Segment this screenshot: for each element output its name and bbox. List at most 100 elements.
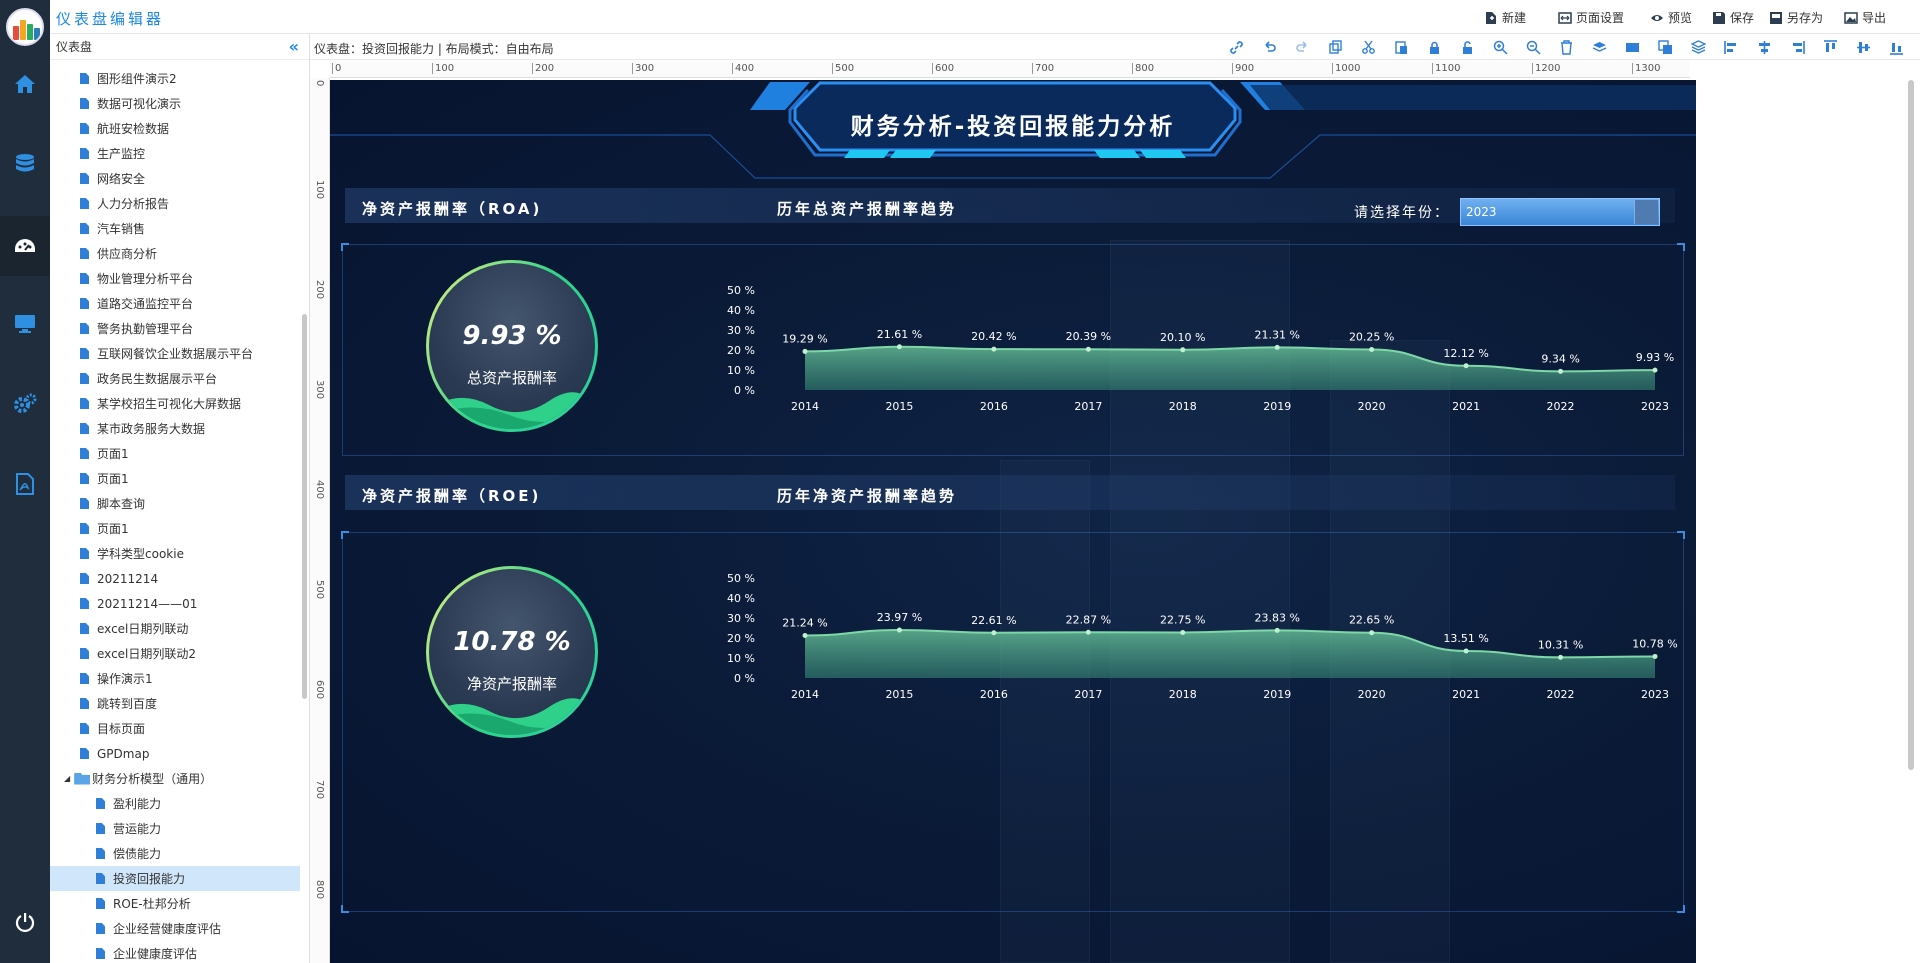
document-icon (80, 648, 89, 659)
zoom-out-icon[interactable] (1525, 39, 1542, 56)
tree-item[interactable]: 跳转到百度 (50, 691, 300, 716)
tree-item[interactable]: 目标页面 (50, 716, 300, 741)
align-center-icon[interactable] (1756, 39, 1773, 56)
paste-icon[interactable] (1393, 39, 1410, 56)
undo-icon[interactable] (1261, 39, 1278, 56)
tree-item[interactable]: 图形组件演示2 (50, 66, 300, 91)
data-label: 20.39 % (1066, 330, 1111, 343)
tree-item[interactable]: 供应商分析 (50, 241, 300, 266)
database-icon[interactable] (13, 152, 37, 176)
series-area (805, 346, 1655, 390)
tree-item[interactable]: 人力分析报告 (50, 191, 300, 216)
bring-front-icon[interactable] (1624, 39, 1641, 56)
canvas-scrollbar[interactable] (1908, 80, 1914, 770)
tree-item[interactable]: 互联网餐饮企业数据展示平台 (50, 341, 300, 366)
data-point (1652, 653, 1658, 659)
tree-item[interactable]: 页面1 (50, 441, 300, 466)
year-select[interactable]: 2023 (1460, 198, 1660, 226)
tree-item[interactable]: excel日期列联动 (50, 616, 300, 641)
save-button[interactable]: 保存 (1712, 9, 1754, 26)
tree-child-item[interactable]: ROE-杜邦分析 (50, 891, 300, 916)
ruler-label: 1200 (1532, 63, 1560, 74)
monitor-icon[interactable] (13, 312, 37, 336)
tree-item[interactable]: excel日期列联动2 (50, 641, 300, 666)
tree-item[interactable]: 生产监控 (50, 141, 300, 166)
tree-item-label: 警务执勤管理平台 (97, 322, 194, 336)
tree-child-item[interactable]: 偿债能力 (50, 841, 300, 866)
tree-scrollbar[interactable] (302, 314, 307, 699)
tree-child-item[interactable]: 盈利能力 (50, 791, 300, 816)
dashboard-title: 财务分析-投资回报能力分析 (850, 114, 1176, 140)
dashboard-icon[interactable] (0, 216, 50, 276)
tree-item[interactable]: 页面1 (50, 466, 300, 491)
layers-icon[interactable] (1591, 39, 1608, 56)
power-icon[interactable] (13, 910, 37, 934)
tree-item[interactable]: 操作演示1 (50, 666, 300, 691)
align-middle-icon[interactable] (1855, 39, 1872, 56)
save-as-button[interactable]: 另存为 (1769, 9, 1823, 26)
redo-icon[interactable] (1294, 39, 1311, 56)
expand-arrow-icon[interactable]: ◢ (64, 774, 70, 783)
tree-item[interactable]: 网络安全 (50, 166, 300, 191)
tree-item[interactable]: 20211214 (50, 566, 300, 591)
zoom-in-icon[interactable] (1492, 39, 1509, 56)
send-back-icon[interactable] (1657, 39, 1674, 56)
main-sidebar (0, 0, 50, 963)
data-point (991, 346, 997, 352)
align-bottom-icon[interactable] (1888, 39, 1905, 56)
tree-item[interactable]: 页面1 (50, 516, 300, 541)
x-tick-label: 2023 (1641, 688, 1669, 701)
save-as-label: 另存为 (1787, 11, 1824, 25)
calendar-icon[interactable] (1634, 200, 1658, 224)
tree-item[interactable]: 脚本查询 (50, 491, 300, 516)
page-settings-button[interactable]: 页面设置 (1558, 9, 1624, 26)
new-button[interactable]: 新建 (1484, 9, 1526, 26)
tree-item-label: 数据可视化演示 (97, 97, 182, 111)
align-left-icon[interactable] (1723, 39, 1740, 56)
settings-gears-icon[interactable] (13, 392, 37, 416)
app-title: 仪表盘编辑器 (56, 10, 165, 28)
tree-child-item[interactable]: 企业经营健康度评估 (50, 916, 300, 941)
align-top-icon[interactable] (1822, 39, 1839, 56)
unlock-icon[interactable] (1459, 39, 1476, 56)
tree-item[interactable]: 政务民生数据展示平台 (50, 366, 300, 391)
x-tick-label: 2022 (1547, 400, 1575, 413)
tree-item[interactable]: 某市政务服务大数据 (50, 416, 300, 441)
link-icon[interactable] (1228, 39, 1245, 56)
y-tick-label: 20 % (727, 344, 755, 357)
tree-item[interactable]: 警务执勤管理平台 (50, 316, 300, 341)
tree-child-item[interactable]: 营运能力 (50, 816, 300, 841)
tree-item[interactable]: 汽车销售 (50, 216, 300, 241)
tree-item[interactable]: GPDmap (50, 741, 300, 766)
tree-item[interactable]: 学科类型cookie (50, 541, 300, 566)
document-icon (80, 498, 89, 509)
tree-item[interactable]: 数据可视化演示 (50, 91, 300, 116)
export-button[interactable]: 导出 (1844, 9, 1886, 26)
ruler-label: 1000 (1332, 63, 1360, 74)
tree-child-item[interactable]: 投资回报能力 (50, 866, 300, 891)
dashboard-canvas[interactable]: 财务分析-投资回报能力分析 净资产报酬率（ROA) 历年总资产报酬率趋势 请选择… (330, 80, 1696, 963)
cut-icon[interactable] (1360, 39, 1377, 56)
home-icon[interactable] (13, 72, 37, 96)
stack-icon[interactable] (1690, 39, 1707, 56)
export-label: 导出 (1862, 11, 1887, 25)
preview-button[interactable]: 预览 (1650, 9, 1692, 26)
tree-item-label: 政务民生数据展示平台 (97, 372, 218, 386)
collapse-panel-icon[interactable]: « (289, 34, 299, 60)
pdf-icon[interactable] (13, 472, 37, 496)
align-right-icon[interactable] (1789, 39, 1806, 56)
tree-item-label: 页面1 (97, 472, 129, 486)
tree-item[interactable]: 航班安检数据 (50, 116, 300, 141)
ruler-label: 800 (314, 880, 325, 900)
tree-folder-finance[interactable]: ◢ 财务分析模型（通用） (50, 766, 300, 791)
tree-item[interactable]: 某学校招生可视化大屏数据 (50, 391, 300, 416)
tree-item[interactable]: 道路交通监控平台 (50, 291, 300, 316)
data-point (1463, 363, 1469, 369)
app-logo (6, 8, 44, 46)
copy-icon[interactable] (1327, 39, 1344, 56)
lock-icon[interactable] (1426, 39, 1443, 56)
delete-icon[interactable] (1558, 39, 1575, 56)
tree-item[interactable]: 物业管理分析平台 (50, 266, 300, 291)
tree-item[interactable]: 20211214——01 (50, 591, 300, 616)
tree-child-item[interactable]: 企业健康度评估 (50, 941, 300, 963)
